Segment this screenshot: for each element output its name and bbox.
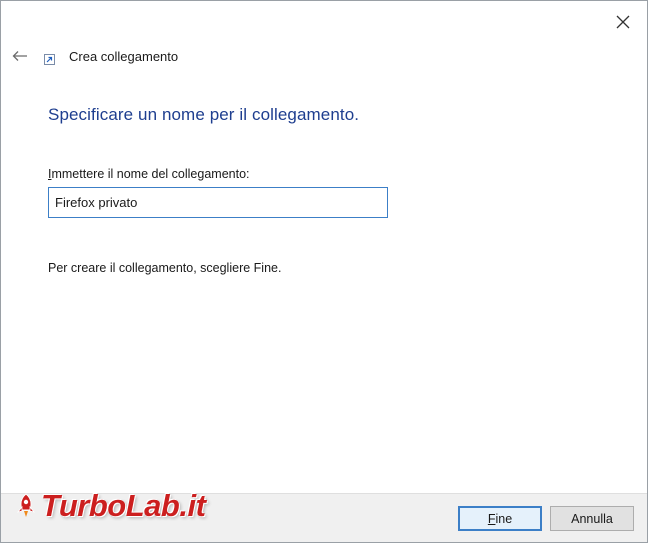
- wizard-window: Crea collegamento Specificare un nome pe…: [0, 0, 648, 543]
- finish-label: ine: [495, 511, 513, 526]
- back-arrow-icon: [12, 51, 27, 61]
- page-heading: Specificare un nome per il collegamento.: [48, 105, 360, 124]
- close-button[interactable]: [609, 9, 637, 35]
- site-watermark: TurboLab.it: [15, 488, 206, 524]
- wizard-title: Crea collegamento: [69, 49, 179, 64]
- shortcut-icon: [44, 54, 55, 65]
- shortcut-name-label: Immettere il nome del collegamento:: [48, 167, 250, 181]
- label-text: mmettere il nome del collegamento:: [51, 167, 250, 181]
- finish-button[interactable]: Fine: [458, 506, 542, 531]
- back-button[interactable]: [9, 45, 31, 67]
- rocket-icon: [16, 493, 36, 517]
- finish-accelerator: F: [487, 511, 496, 526]
- shortcut-name-input[interactable]: [48, 187, 388, 218]
- cancel-button[interactable]: Annulla: [550, 506, 634, 531]
- close-icon: [616, 15, 630, 29]
- watermark-text: TurboLab.it: [41, 488, 206, 523]
- finish-hint: Per creare il collegamento, scegliere Fi…: [48, 261, 282, 275]
